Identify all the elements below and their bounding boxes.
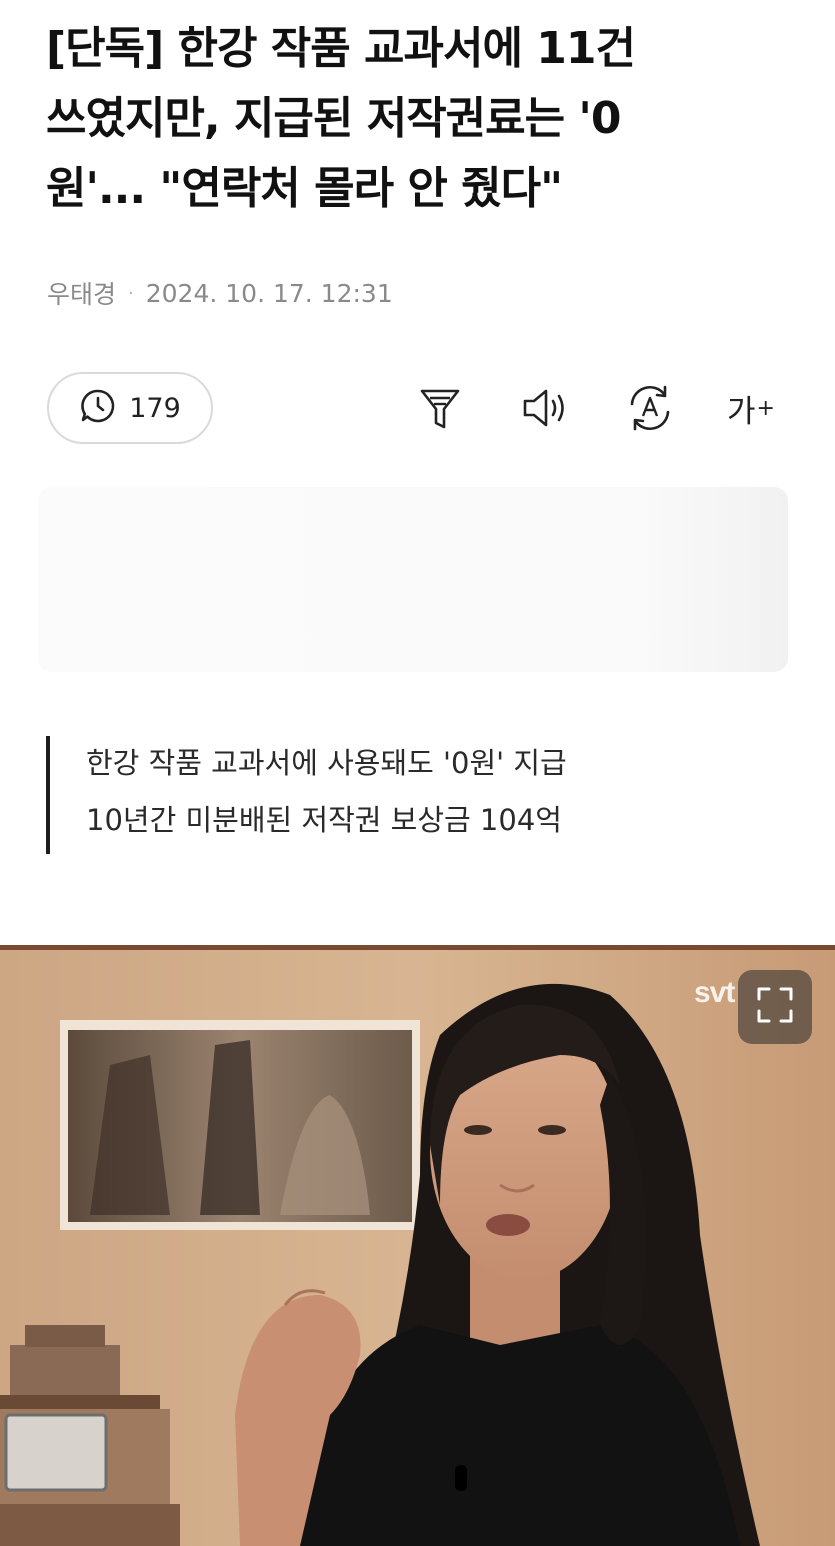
meta-separator: · [128,282,134,304]
font-size-label: 가 [727,393,756,430]
font-size-plus: + [756,395,775,421]
headline-line-3: 원'... "연락처 몰라 안 줬다" [46,163,563,214]
article-meta: 우태경 · 2024. 10. 17. 12:31 [47,276,393,310]
fullscreen-icon [755,985,795,1029]
funnel-icon[interactable] [413,380,467,436]
fullscreen-button[interactable] [738,970,812,1044]
summary-line-1: 한강 작품 교과서에 사용돼도 '0원' 지급 [86,746,567,780]
speaker-icon[interactable] [520,380,574,436]
comment-icon [79,387,117,429]
headline-line-1: [단독] 한강 작품 교과서에 11건 [46,23,636,74]
comment-count: 179 [129,392,181,424]
video-watermark: svt [694,976,735,1009]
headline-line-2: 쓰였지만, 지급된 저작권료는 '0 [46,93,622,144]
article-headline: [단독] 한강 작품 교과서에 11건 쓰였지만, 지급된 저작권료는 '0 원… [46,14,806,224]
photo-illustration [0,945,835,1546]
summary-line-2: 10년간 미분배된 저작권 보상금 104억 [86,803,562,837]
font-size-icon[interactable]: 가 + [724,380,778,436]
translate-icon[interactable] [623,380,677,436]
author-name[interactable]: 우태경 [47,275,116,311]
article-summary: 한강 작품 교과서에 사용돼도 '0원' 지급 10년간 미분배된 저작권 보상… [46,736,567,854]
ad-placeholder [38,487,788,672]
article-photo[interactable] [0,945,835,1546]
publish-date: 2024. 10. 17. 12:31 [145,278,393,308]
comment-button[interactable]: 179 [47,372,213,444]
